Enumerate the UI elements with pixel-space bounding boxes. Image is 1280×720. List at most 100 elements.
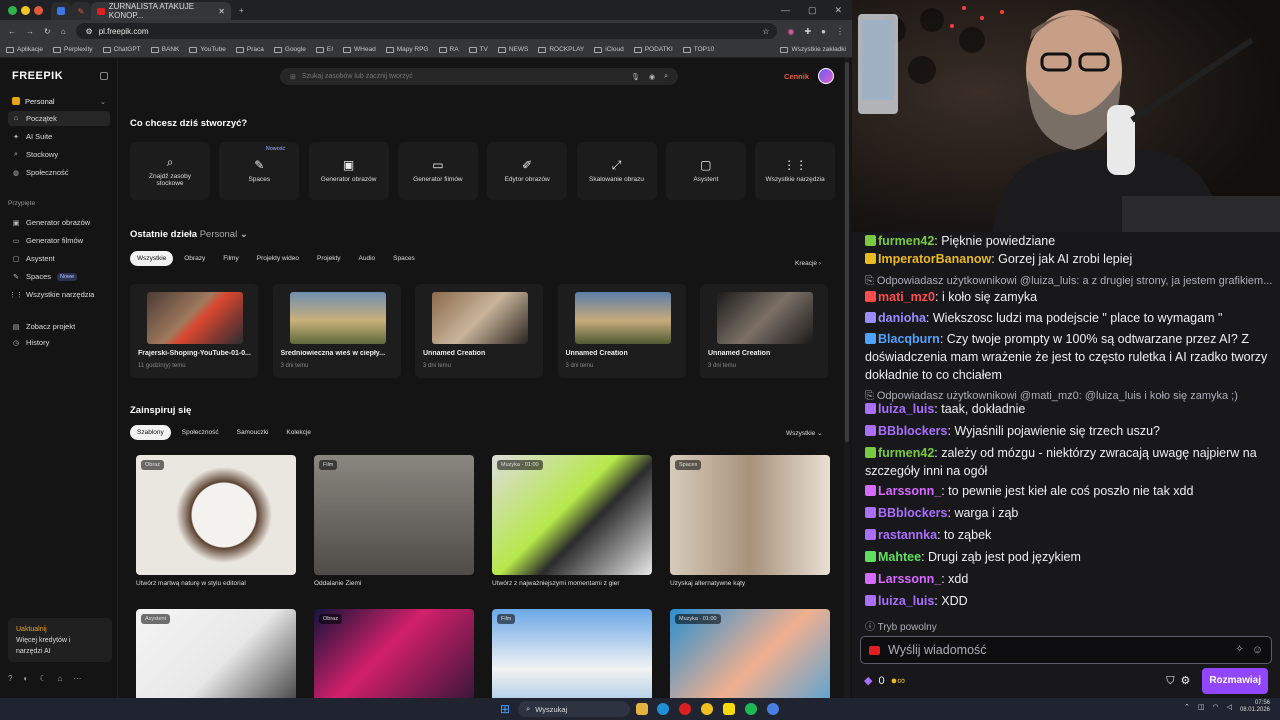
reload-icon[interactable]: ↻ [44, 27, 51, 36]
chat-username[interactable]: mati_mz0 [878, 290, 935, 304]
bookmark-item[interactable]: Mapy RPG [385, 46, 429, 53]
nav-item-home[interactable]: ⌂ Początek [8, 111, 110, 126]
more-icon[interactable]: ⋯ [73, 674, 81, 683]
send-button[interactable]: Rozmawiaj [1202, 668, 1268, 694]
inspire-card[interactable]: Muzyka · 01:00 [670, 609, 830, 698]
search-input[interactable]: ⊞ Szukaj zasobów lub zacznij tworzyć 🎙 ◉… [280, 68, 678, 85]
chat-username[interactable]: ImperatorBananow [878, 252, 991, 266]
chat-username[interactable]: Blacqburn [878, 332, 940, 346]
chat-username[interactable]: danioha [878, 311, 926, 325]
forward-icon[interactable]: → [26, 27, 34, 36]
upgrade-card[interactable]: Uaktualnij Więcej kredytów i narzędzi AI [8, 618, 112, 662]
notes-icon[interactable] [723, 703, 735, 715]
bookmark-item[interactable]: RA [438, 46, 459, 53]
maximize-icon[interactable]: ▢ [808, 5, 817, 16]
tool-card[interactable]: ⋮⋮ Wszystkie narzędzia [755, 142, 836, 200]
recent-workspace[interactable]: Personal [200, 229, 238, 240]
bookmark-item[interactable]: TV [468, 46, 488, 53]
creations-link[interactable]: Kreacje › [795, 260, 821, 267]
filter-chip[interactable]: Audio [352, 251, 383, 266]
chat-input[interactable]: Wyślij wiadomość ✧ ☺ [860, 636, 1272, 664]
nav-history[interactable]: ◷ History [8, 335, 110, 350]
scrollbar-thumb[interactable] [845, 62, 849, 442]
sparkle-icon[interactable]: ✧ [1235, 641, 1243, 659]
notifications-icon[interactable]: ⌂ [57, 674, 62, 683]
bookmark-item[interactable]: WHead [343, 46, 376, 53]
bookmark-item[interactable]: ROCKPLAY [538, 46, 584, 53]
camera-icon[interactable]: ◉ [649, 73, 655, 81]
recent-card[interactable]: Frajerski-Shoping-YouTube-01-0... 11 godz… [130, 284, 258, 378]
bookmark-item[interactable]: iCloud [594, 46, 624, 53]
filter-chip[interactable]: Kolekcje [279, 425, 318, 440]
extensions-puzzle-icon[interactable]: ✚ [804, 27, 811, 36]
mic-icon[interactable]: 🎙 [631, 73, 640, 81]
tool-card[interactable]: ✎ Spaces Nowość [219, 142, 300, 200]
help-icon[interactable]: ? [8, 674, 12, 683]
chat-username[interactable]: BBblockers [878, 424, 947, 438]
freepik-logo[interactable]: FREEPIK [12, 70, 63, 82]
page-scrollbar[interactable] [844, 58, 850, 698]
workspace-selector[interactable]: Personal ⌄ [8, 94, 110, 108]
filter-chip[interactable]: Społeczność [175, 425, 226, 440]
filter-chip[interactable]: Projekty wideo [250, 251, 306, 266]
inspire-card[interactable]: Obraz [314, 609, 474, 698]
profile-icon[interactable]: ● [821, 27, 826, 36]
bookmark-item[interactable]: Google [273, 46, 306, 53]
pinned-spaces[interactable]: ✎ Spaces Nowe [8, 269, 110, 284]
shield-icon[interactable]: ⛉ [1166, 672, 1174, 690]
wifi-icon[interactable]: ◠ [1212, 703, 1218, 711]
filter-chip[interactable]: Obrazy [177, 251, 212, 266]
site-info-icon[interactable]: ⚙ [86, 27, 93, 36]
bookmark-item[interactable]: BANK [150, 46, 179, 53]
chat-username[interactable]: rastannka [878, 528, 937, 542]
filter-chip[interactable]: Wszystkie [130, 251, 174, 266]
discord-icon[interactable]: ◐ [23, 674, 28, 683]
filter-chip[interactable]: Szablony [130, 425, 171, 440]
file-explorer-icon[interactable] [636, 703, 648, 715]
bits-icon[interactable]: ●∞ [891, 672, 906, 690]
opera-icon[interactable] [679, 703, 691, 715]
ext-icon[interactable] [8, 5, 17, 15]
filter-chip[interactable]: Projekty [310, 251, 347, 266]
avatar[interactable] [818, 68, 834, 84]
spotify-icon[interactable] [745, 703, 757, 715]
clock[interactable]: 07:56 08.01.2026 [1240, 700, 1270, 714]
chat-username[interactable]: luiza_luis [878, 402, 934, 416]
taskbar-search[interactable]: ⌕ Wyszukaj [518, 701, 630, 717]
emoji-icon[interactable]: ☺ [1252, 641, 1263, 659]
bookmark-item[interactable]: PODATKI [633, 46, 673, 53]
home-icon[interactable]: ⌂ [61, 27, 66, 36]
bookmark-item[interactable]: Wszystkie zakładki [780, 46, 846, 53]
tool-card[interactable]: ⤢ Skalowanie obrazu [576, 142, 657, 200]
chat-username[interactable]: furmen42 [878, 234, 934, 248]
chrome-icon[interactable] [701, 703, 713, 715]
tool-card[interactable]: ✐ Edytor obrazów [487, 142, 568, 200]
chat-username[interactable]: Larssonn_ [878, 484, 941, 498]
volume-icon[interactable]: ◁ [1227, 703, 1232, 711]
ext-icon[interactable] [21, 5, 30, 15]
bookmark-item[interactable]: YouTube [189, 46, 226, 53]
chevron-up-icon[interactable]: ⌃ [1184, 703, 1190, 711]
start-icon[interactable]: ⊞ [500, 702, 510, 716]
tab-pinned[interactable] [51, 2, 71, 20]
filter-chip[interactable]: Spaces [386, 251, 422, 266]
inspire-card[interactable]: Obraz [136, 455, 296, 575]
address-bar[interactable]: ⚙ pl.freepik.com ☆ [75, 23, 778, 39]
star-icon[interactable]: ☆ [762, 27, 777, 36]
pinned-image-generator[interactable]: ▣ Generator obrazów [8, 215, 110, 230]
pricing-link[interactable]: Cennik [784, 72, 809, 81]
bookmark-item[interactable]: NEWS [497, 46, 528, 53]
theme-icon[interactable]: ☾ [39, 674, 46, 683]
bookmark-item[interactable]: EI [315, 46, 333, 53]
close-tab-icon[interactable]: ✕ [218, 7, 225, 16]
inspire-card[interactable]: Spaces [670, 455, 830, 575]
network-icon[interactable]: ◫ [1198, 703, 1205, 711]
search-icon[interactable]: ⌕ [664, 73, 668, 81]
inspire-card[interactable]: Film [492, 609, 652, 698]
recent-card[interactable]: Średniowieczna wieś w ciepły... 3 dni tem… [272, 284, 401, 378]
minimize-icon[interactable]: — [781, 5, 790, 16]
chat-username[interactable]: furmen42 [878, 446, 934, 460]
tab-active[interactable]: ZURNALISTA ATAKUJE KONOP... ✕ [91, 2, 231, 20]
recent-card[interactable]: Unnamed Creation 3 dni temu [415, 284, 543, 378]
recent-card[interactable]: Unnamed Creation 3 dni temu [557, 284, 686, 378]
